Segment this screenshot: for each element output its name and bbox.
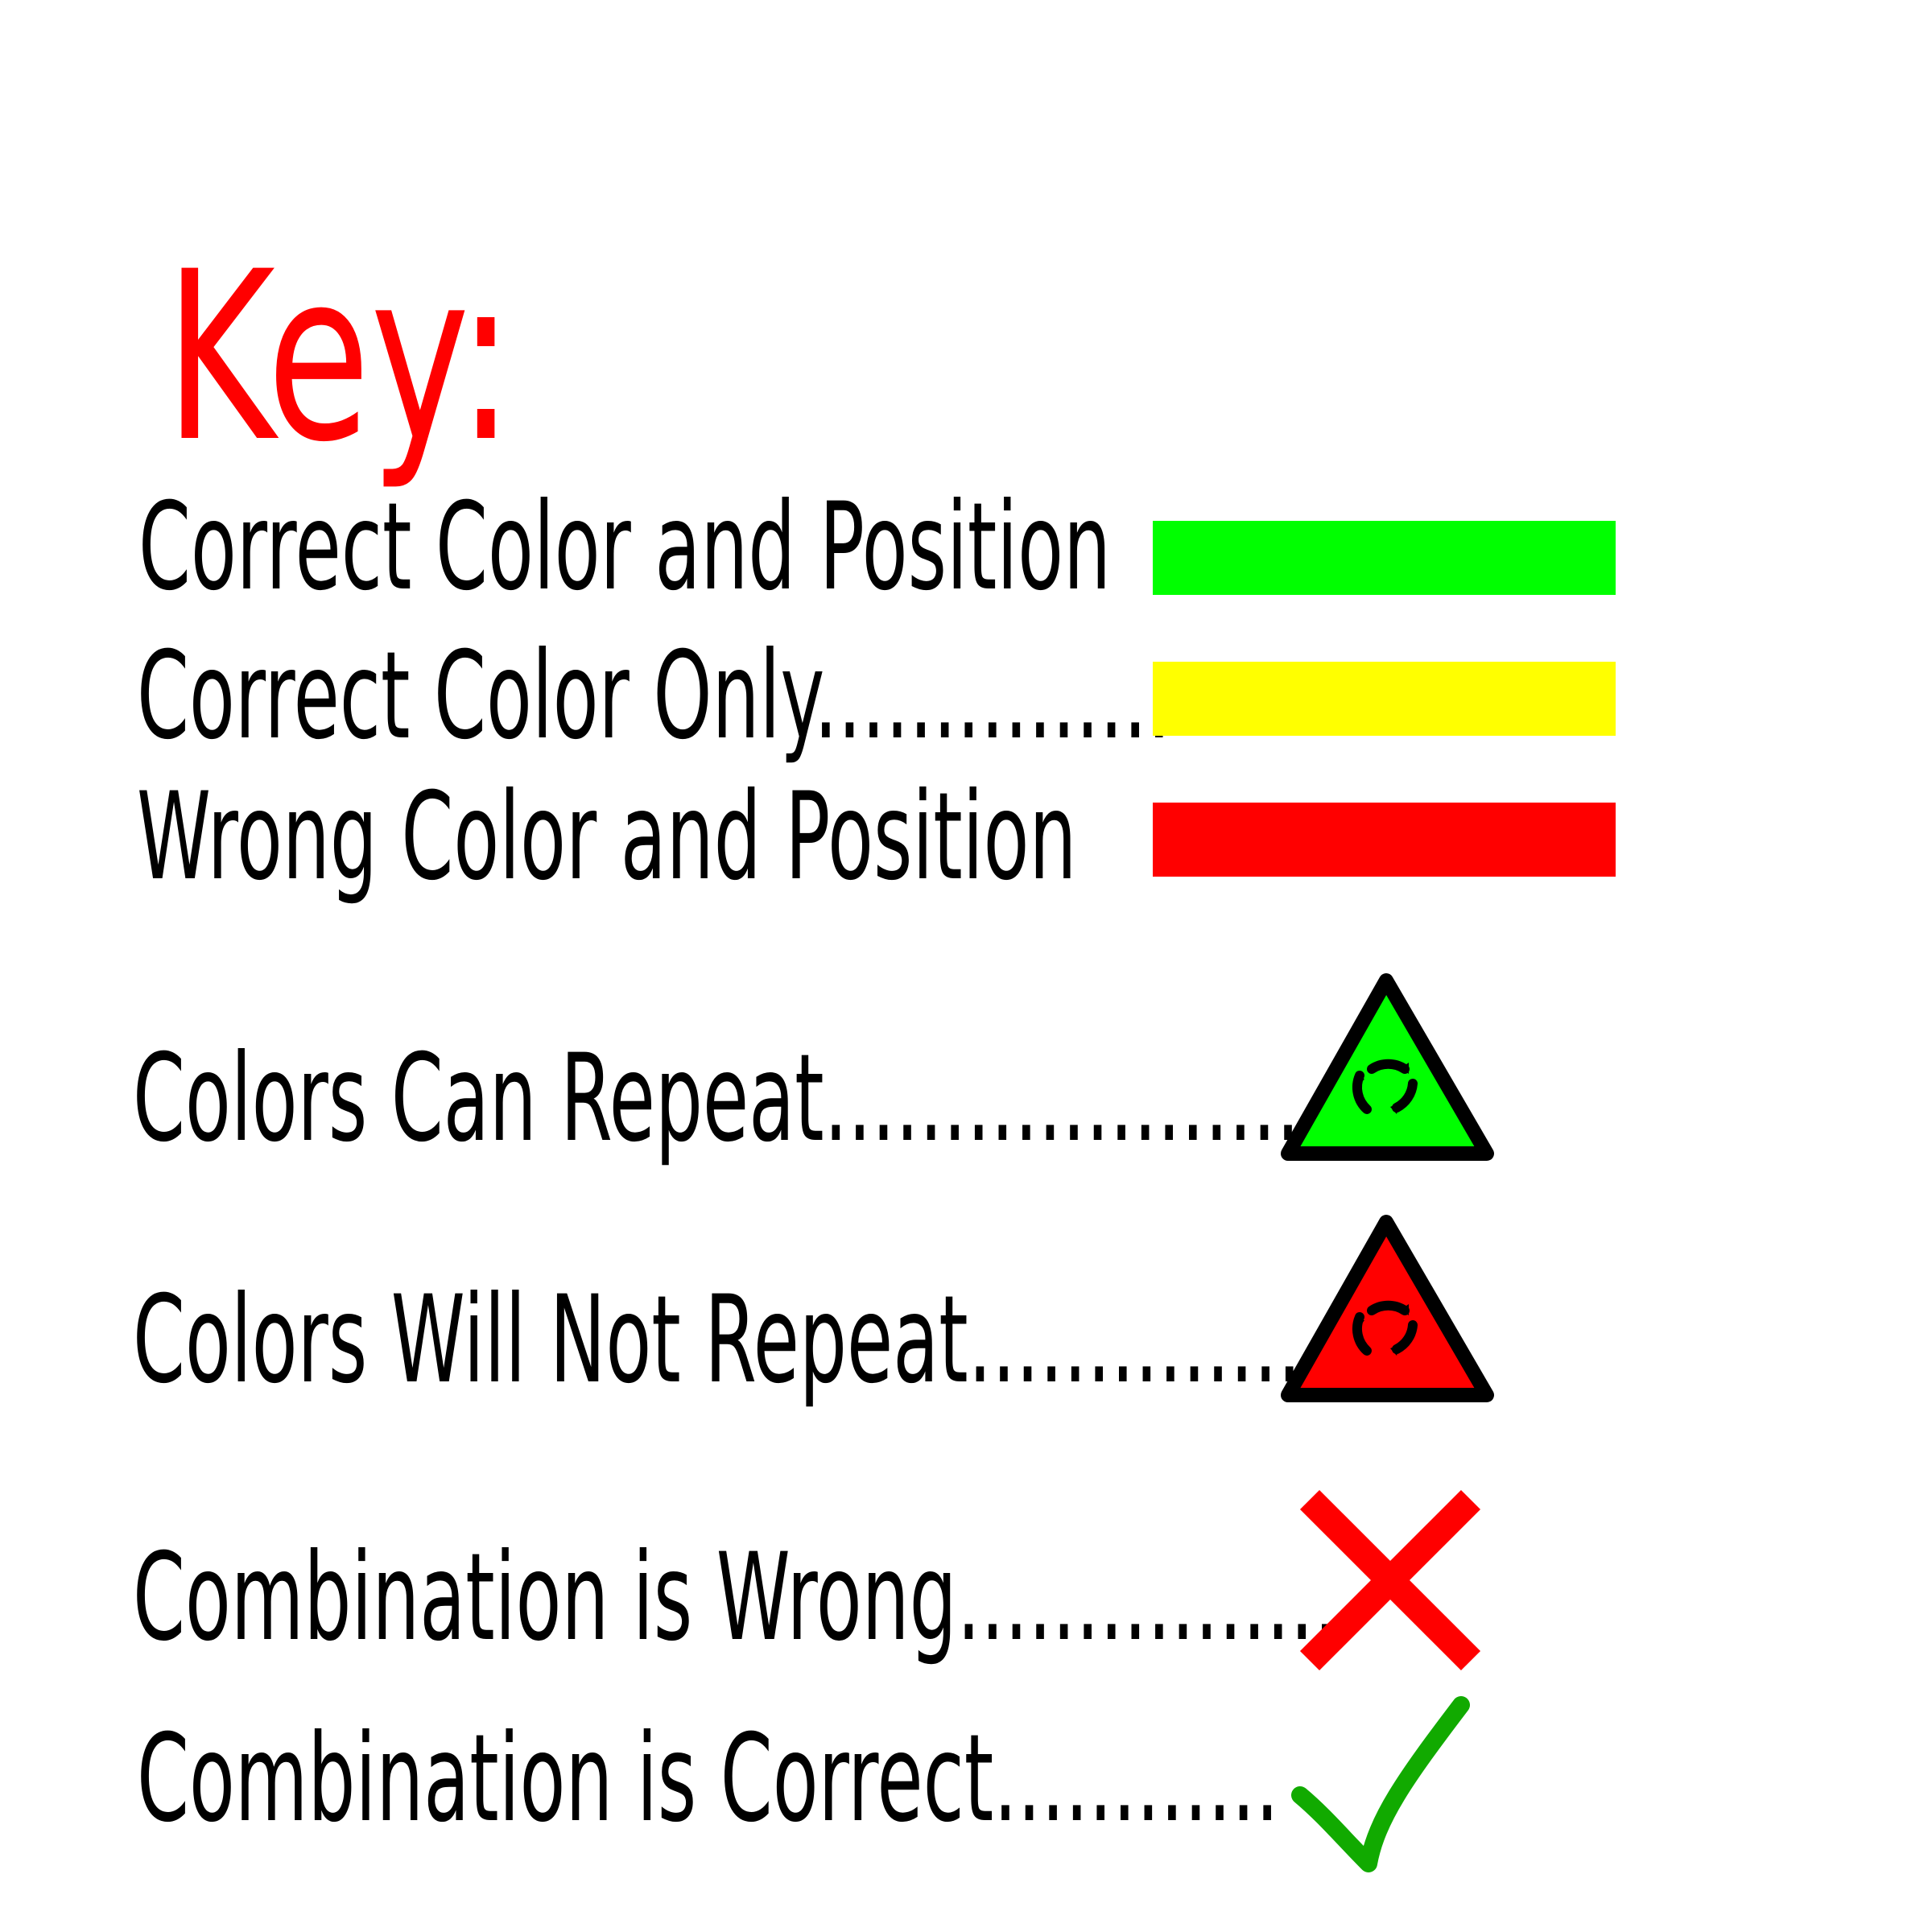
red-swatch xyxy=(1153,803,1616,877)
legend-label-combination-wrong: Combination is Wrong................ xyxy=(133,1528,1338,1668)
yellow-swatch xyxy=(1153,662,1616,736)
key-title: Key: xyxy=(165,222,514,493)
legend-label-combination-correct: Combination is Correct............ xyxy=(137,1709,1279,1849)
legend-label-colors-will-not-repeat: Colors Will Not Repeat.............. xyxy=(133,1270,1302,1410)
legend-label-wrong-color-position: Wrong Color and Position xyxy=(137,767,1077,907)
red-x-icon xyxy=(1299,1489,1481,1671)
legend-label-correct-color-only: Correct Color Only............... xyxy=(137,626,1171,766)
repeat-triangle-red-icon xyxy=(1281,1215,1494,1402)
legend-label-colors-can-repeat: Colors Can Repeat..................... xyxy=(133,1029,1324,1169)
legend-label-correct-color-position: Correct Color and Position xyxy=(138,477,1112,617)
repeat-triangle-green-icon xyxy=(1281,973,1494,1161)
green-swatch xyxy=(1153,521,1616,595)
green-check-icon xyxy=(1291,1696,1470,1872)
